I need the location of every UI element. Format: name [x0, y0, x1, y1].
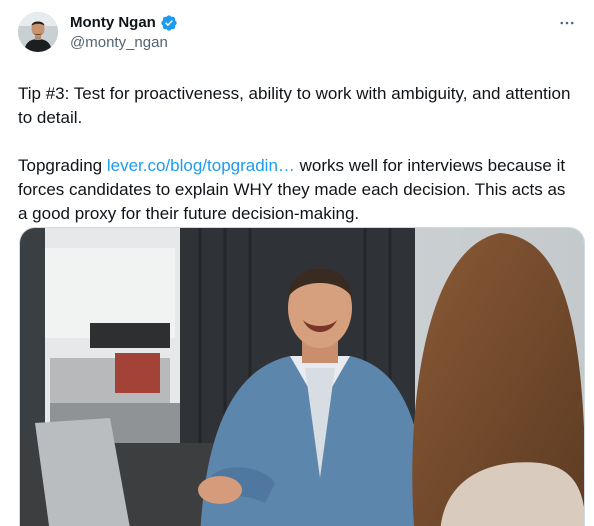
tweet[interactable]: Monty Ngan @monty_ngan Tip #3: Test for … [0, 0, 594, 526]
display-name[interactable]: Monty Ngan [70, 13, 156, 33]
interview-photo [20, 228, 584, 526]
paragraph-2-lead: Topgrading [18, 156, 107, 175]
tweet-paragraph-1: Tip #3: Test for proactiveness, ability … [18, 84, 571, 127]
avatar-photo [18, 12, 58, 52]
article-link[interactable]: lever.co/blog/topgradin… [107, 156, 295, 175]
more-icon [560, 21, 574, 25]
author-names: Monty Ngan @monty_ngan [70, 12, 178, 53]
tweet-paragraph-2: Topgrading lever.co/blog/topgradin… work… [18, 154, 576, 226]
more-options-button[interactable] [552, 12, 582, 34]
handle[interactable]: @monty_ngan [70, 33, 178, 53]
name-row: Monty Ngan [70, 13, 178, 33]
verified-badge-icon[interactable] [160, 14, 178, 32]
tweet-text: Tip #3: Test for proactiveness, ability … [18, 82, 576, 226]
tweet-header: Monty Ngan @monty_ngan [18, 12, 576, 58]
avatar[interactable] [18, 12, 58, 52]
tweet-media-photo[interactable] [19, 227, 585, 526]
